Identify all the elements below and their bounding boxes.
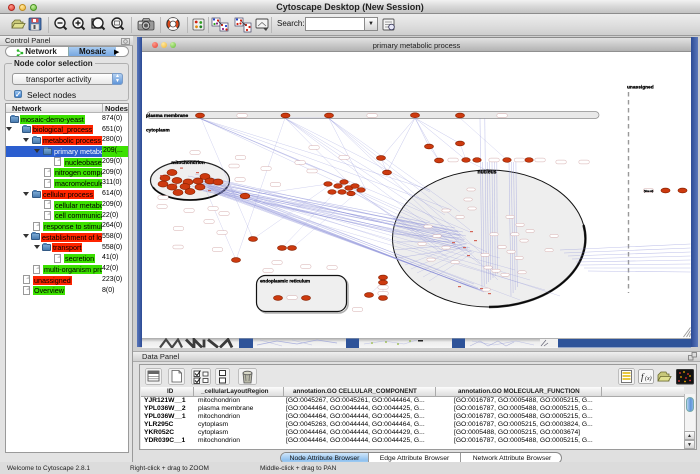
svg-text:mitochondrion: mitochondrion bbox=[171, 160, 205, 166]
svg-text:cytoplasm: cytoplasm bbox=[146, 128, 170, 134]
svg-text:unassigned: unassigned bbox=[627, 85, 654, 91]
svg-text:plasma membrane: plasma membrane bbox=[146, 113, 188, 119]
svg-text:(Vav-ol): (Vav-ol) bbox=[644, 189, 654, 193]
svg-text:nucleus: nucleus bbox=[478, 170, 497, 176]
svg-text:endoplasmic reticulum: endoplasmic reticulum bbox=[260, 279, 310, 284]
svg-text:(x): (x) bbox=[645, 375, 652, 382]
